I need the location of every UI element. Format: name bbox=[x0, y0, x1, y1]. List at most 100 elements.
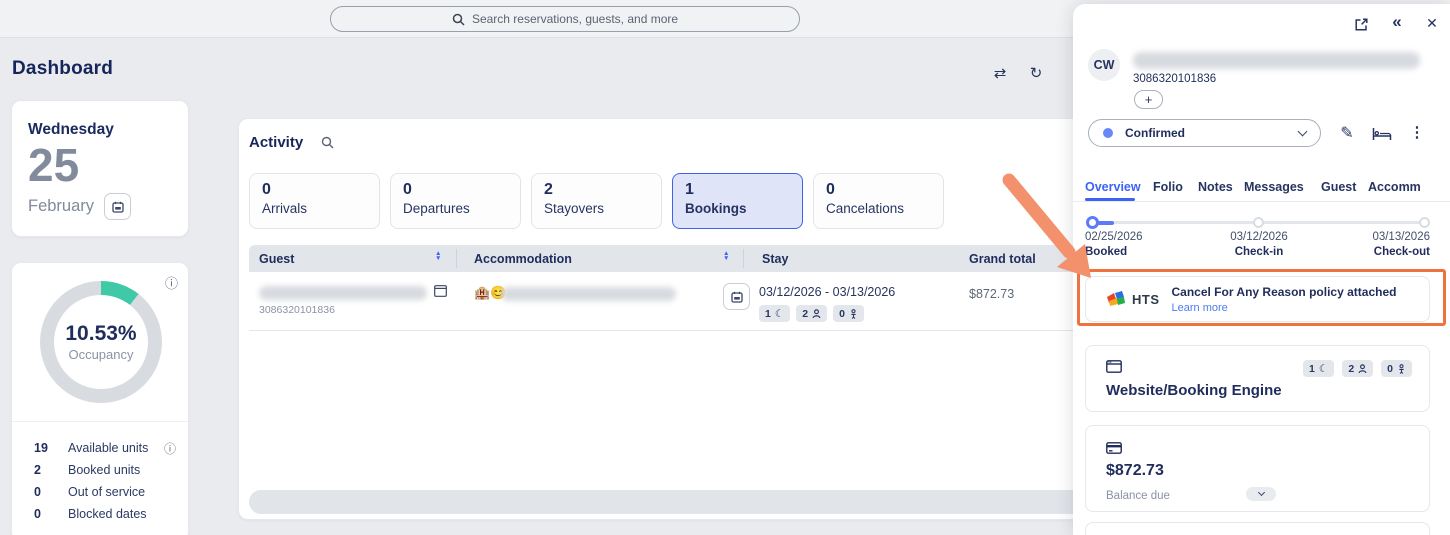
activity-tab-cancelations[interactable]: 0 Cancelations bbox=[813, 173, 944, 229]
stat-row: 0 Out of service bbox=[12, 481, 188, 503]
nights-badge: 1☾ bbox=[1303, 360, 1334, 377]
stat-row: 19 Available units ⓘ bbox=[12, 437, 188, 459]
tab-guest[interactable]: Guest bbox=[1321, 180, 1356, 194]
policy-learn-more-link[interactable]: Learn more bbox=[1172, 302, 1397, 314]
tab-accommodation[interactable]: Accomm bbox=[1368, 180, 1421, 194]
column-divider bbox=[456, 249, 457, 268]
balance-label: Balance due bbox=[1106, 490, 1170, 502]
kebab-menu-icon[interactable]: ⋮ bbox=[1409, 122, 1425, 142]
timeline-node-checkout bbox=[1419, 217, 1430, 228]
balance-card: $872.73 Balance due bbox=[1085, 425, 1430, 512]
tab-count: 0 bbox=[262, 181, 367, 199]
booking-source-title: Website/Booking Engine bbox=[1106, 382, 1282, 399]
add-tag-button[interactable]: + bbox=[1134, 90, 1163, 109]
tab-count: 0 bbox=[403, 181, 508, 199]
panel-confirmation-number: 3086320101836 bbox=[1133, 73, 1216, 85]
swap-icon[interactable]: ⇄ bbox=[988, 61, 1012, 85]
info-icon[interactable]: ⓘ bbox=[164, 440, 176, 457]
guest-avatar: CW bbox=[1088, 49, 1120, 81]
edit-pencil-icon[interactable]: ✎ bbox=[1337, 123, 1357, 143]
date-day: 25 bbox=[28, 141, 172, 189]
calendar-picker-button[interactable] bbox=[104, 193, 131, 220]
occupancy-percent: 10.53% bbox=[65, 322, 136, 346]
tab-count: 2 bbox=[544, 181, 649, 199]
adults-badge: 2 bbox=[1342, 360, 1373, 377]
bed-icon[interactable] bbox=[1371, 126, 1393, 142]
timeline-node-checkin bbox=[1253, 217, 1264, 228]
tab-label: Departures bbox=[403, 201, 508, 216]
moon-icon: ☾ bbox=[775, 308, 784, 320]
stay-calendar-button[interactable] bbox=[723, 283, 750, 310]
reservation-title-redacted bbox=[1133, 52, 1420, 69]
guest-name-redacted bbox=[259, 286, 427, 300]
calendar-icon bbox=[112, 201, 124, 213]
row-grand-total: $872.73 bbox=[969, 287, 1014, 301]
activity-tab-stayovers[interactable]: 2 Stayovers bbox=[531, 173, 662, 229]
activity-title: Activity bbox=[249, 134, 303, 151]
open-new-window-icon[interactable] bbox=[1351, 14, 1371, 34]
policy-card: HTS Cancel For Any Reason policy attache… bbox=[1085, 276, 1430, 322]
timeline-label: Booked bbox=[1085, 246, 1143, 258]
browser-icon bbox=[1106, 360, 1122, 373]
status-dropdown[interactable]: Confirmed bbox=[1088, 119, 1321, 147]
tab-label: Arrivals bbox=[262, 201, 367, 216]
nights-badge: 1☾ bbox=[759, 305, 790, 322]
adults-badge: 2 bbox=[796, 305, 827, 322]
global-search[interactable]: Search reservations, guests, and more bbox=[330, 6, 800, 32]
sort-icon[interactable]: ▲▼ bbox=[435, 252, 441, 262]
page-title: Dashboard bbox=[12, 58, 113, 80]
child-icon bbox=[1397, 364, 1406, 374]
tab-folio[interactable]: Folio bbox=[1153, 180, 1183, 194]
stat-value: 19 bbox=[34, 441, 68, 455]
stat-label: Blocked dates bbox=[68, 507, 176, 521]
status-dot bbox=[1103, 128, 1113, 138]
booking-source-card[interactable]: 1☾ 2 0 Website/Booking Engine bbox=[1085, 345, 1430, 412]
stat-label: Booked units bbox=[68, 463, 176, 477]
reservation-panel: « ✕ CW 3086320101836 + Confirmed ✎ ⋮ Ove… bbox=[1073, 4, 1450, 535]
activity-tab-departures[interactable]: 0 Departures bbox=[390, 173, 521, 229]
activity-tab-arrivals[interactable]: 0 Arrivals bbox=[249, 173, 380, 229]
occupancy-donut: 10.53% Occupancy bbox=[40, 281, 162, 403]
search-icon[interactable] bbox=[321, 136, 334, 149]
moon-icon: ☾ bbox=[1319, 363, 1328, 375]
close-icon[interactable]: ✕ bbox=[1422, 13, 1442, 33]
children-badge: 0 bbox=[833, 305, 864, 322]
date-card: Wednesday 25 February bbox=[11, 100, 189, 237]
next-card-clipped bbox=[1085, 522, 1430, 535]
collapse-icon[interactable]: « bbox=[1387, 12, 1407, 32]
col-header-accommodation[interactable]: Accommodation bbox=[474, 252, 572, 266]
expand-balance-button[interactable] bbox=[1246, 487, 1276, 501]
stat-value: 0 bbox=[34, 507, 68, 521]
stat-row: 0 Blocked dates bbox=[12, 503, 188, 525]
col-header-stay[interactable]: Stay bbox=[762, 252, 788, 266]
policy-title: Cancel For Any Reason policy attached bbox=[1172, 285, 1397, 299]
stat-label: Out of service bbox=[68, 485, 176, 499]
col-header-guest[interactable]: Guest bbox=[259, 252, 294, 266]
stat-value: 2 bbox=[34, 463, 68, 477]
timeline-booked: 02/25/2026 Booked bbox=[1085, 231, 1143, 258]
hts-brand-text: HTS bbox=[1132, 292, 1160, 307]
stat-value: 0 bbox=[34, 485, 68, 499]
person-icon bbox=[812, 309, 821, 319]
tab-label: Stayovers bbox=[544, 201, 649, 216]
stat-label: Available units bbox=[68, 441, 164, 455]
tab-messages[interactable]: Messages bbox=[1244, 180, 1304, 194]
timeline-date: 03/12/2026 bbox=[1230, 231, 1288, 243]
hts-logo-icon: HTS bbox=[1106, 290, 1160, 309]
tabs-divider bbox=[1073, 201, 1450, 202]
window-icon[interactable] bbox=[434, 285, 447, 297]
timeline-checkout: 03/13/2026 Check-out bbox=[1328, 231, 1430, 258]
activity-tab-bookings[interactable]: 1 Bookings bbox=[672, 173, 803, 229]
info-icon[interactable]: ⓘ bbox=[165, 273, 178, 292]
children-badge: 0 bbox=[1381, 360, 1412, 377]
tab-notes[interactable]: Notes bbox=[1198, 180, 1233, 194]
tab-count: 0 bbox=[826, 181, 931, 199]
refresh-icon[interactable]: ↻ bbox=[1024, 61, 1048, 85]
col-header-grand-total[interactable]: Grand total bbox=[969, 252, 1036, 266]
tab-overview[interactable]: Overview bbox=[1085, 180, 1141, 194]
chevron-down-icon bbox=[1298, 127, 1308, 137]
sort-icon[interactable]: ▲▼ bbox=[723, 252, 729, 262]
timeline-label: Check-in bbox=[1208, 246, 1310, 258]
status-label: Confirmed bbox=[1125, 126, 1185, 140]
occupancy-card: ⓘ 10.53% Occupancy 19 Available units ⓘ … bbox=[11, 262, 189, 535]
